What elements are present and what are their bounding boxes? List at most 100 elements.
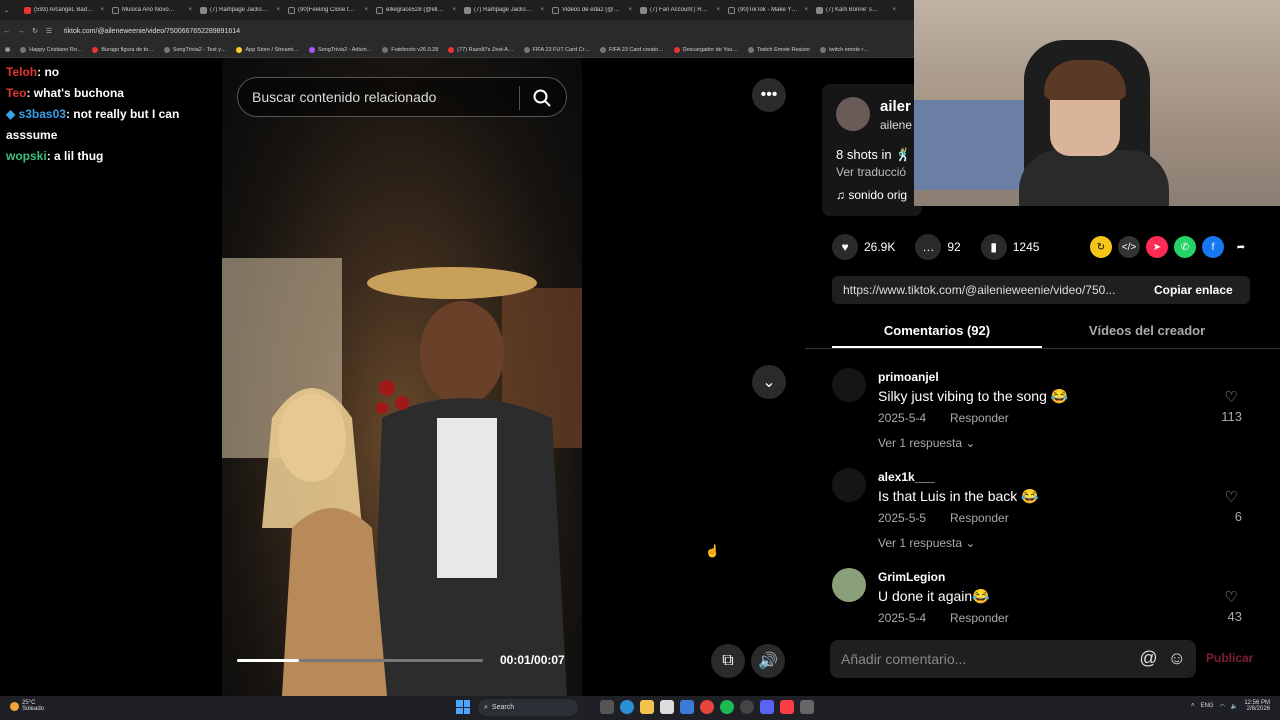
bookmark-item[interactable]: FIFA 23 Card creato…	[595, 46, 669, 53]
bookmark-item[interactable]: Descargador de You…	[669, 46, 743, 53]
lang-indicator[interactable]: ENG	[1201, 703, 1214, 709]
bookmark-item[interactable]: Futeboots v26.0.28	[377, 46, 443, 53]
chrome-icon[interactable]	[700, 700, 714, 714]
floating-player-button[interactable]: ⧉	[711, 644, 745, 678]
comment-username[interactable]: primoanjel	[878, 370, 939, 384]
close-icon[interactable]: ×	[804, 7, 808, 13]
volume-button[interactable]: 🔊	[751, 644, 785, 678]
video-link-url[interactable]: https://www.tiktok.com/@ailenieweenie/vi…	[832, 283, 1142, 297]
comment-username[interactable]: alex1k___	[878, 470, 935, 484]
reply-button[interactable]: Responder	[950, 611, 1009, 624]
comment-username[interactable]: GrimLegion	[878, 570, 945, 584]
embed-icon[interactable]: </>	[1118, 236, 1140, 258]
obs-icon[interactable]	[740, 700, 754, 714]
close-icon[interactable]: ×	[716, 7, 720, 13]
reload-icon[interactable]: ↻	[28, 27, 42, 35]
more-options-button[interactable]: •••	[752, 78, 786, 112]
mail-icon[interactable]	[680, 700, 694, 714]
video-progress-bar[interactable]	[237, 659, 483, 662]
comment-input[interactable]: Añadir comentario... @ ☺	[830, 640, 1196, 678]
browser-tab[interactable]: elliegrace528 (@ell… ×	[372, 6, 460, 14]
search-icon[interactable]	[532, 88, 552, 111]
spotify-icon[interactable]	[720, 700, 734, 714]
comment-avatar[interactable]	[832, 468, 866, 502]
share-arrow-icon[interactable]: ➦	[1230, 236, 1252, 258]
comment-button[interactable]: … 92	[915, 234, 961, 260]
save-button[interactable]: ▮ 1245	[980, 234, 1039, 260]
bookmark-item[interactable]: FIFA 23 FUT Card Cr…	[519, 46, 595, 53]
browser-tab[interactable]: (7) Rampage Jacks… ×	[460, 6, 548, 14]
author-name[interactable]: ailer	[880, 98, 911, 115]
forward-icon[interactable]: →	[14, 28, 28, 35]
wifi-icon[interactable]: ◠	[1220, 703, 1225, 710]
music-icon[interactable]	[780, 700, 794, 714]
publish-button[interactable]: Publicar	[1206, 651, 1253, 665]
bookmark-item[interactable]: App Store / Streami…	[231, 46, 304, 53]
taskbar-search[interactable]: ⌕ Search	[478, 699, 578, 716]
close-icon[interactable]: ×	[100, 7, 104, 13]
bookmark-item[interactable]: Twitch Emote Resizer	[743, 46, 815, 53]
store-icon[interactable]	[660, 700, 674, 714]
browser-tab[interactable]: Videos de eda2 (@… ×	[548, 6, 636, 14]
copy-link-button[interactable]: Copiar enlace	[1154, 283, 1233, 297]
comment-avatar[interactable]	[832, 568, 866, 602]
close-icon[interactable]: ×	[188, 7, 192, 13]
bookmark-item[interactable]: twitch emote r…	[815, 46, 874, 53]
whatsapp-icon[interactable]: ✆	[1174, 236, 1196, 258]
browser-tab[interactable]: (90)TikTok - Make Y… ×	[724, 6, 812, 14]
reply-button[interactable]: Responder	[950, 511, 1009, 525]
browser-tab[interactable]: ⌄	[0, 7, 20, 14]
reply-button[interactable]: Responder	[950, 411, 1009, 425]
heart-icon[interactable]: ♡	[1225, 388, 1238, 406]
bookmark-item[interactable]: SongTrivia2 - Adivin…	[304, 46, 377, 53]
close-icon[interactable]: ×	[892, 7, 896, 13]
close-icon[interactable]: ×	[452, 7, 456, 13]
speaker-icon[interactable]: 🔈	[1231, 703, 1238, 710]
browser-tab[interactable]: (7) Karli Bonne' s… ×	[812, 6, 900, 14]
close-icon[interactable]: ×	[364, 7, 368, 13]
back-icon[interactable]: ←	[0, 28, 14, 35]
tab-comments[interactable]: Comentarios (92)	[832, 318, 1042, 348]
url-field[interactable]: tiktok.com/@aileneweenie/video/750066765…	[64, 28, 240, 35]
task-view-icon[interactable]	[600, 700, 614, 714]
app-icon[interactable]	[800, 700, 814, 714]
bookmark-item[interactable]: (77) Razo87s Zest-A…	[443, 46, 518, 53]
close-icon[interactable]: ×	[540, 7, 544, 13]
next-video-button[interactable]: ⌄	[752, 365, 786, 399]
bookmark-item[interactable]: Burago figura de to…	[87, 46, 158, 53]
mention-icon[interactable]: @	[1139, 648, 1157, 669]
browser-tab[interactable]: (7) Rampage Jacks… ×	[196, 6, 284, 14]
close-icon[interactable]: ×	[628, 7, 632, 13]
tab-creator-videos[interactable]: Vídeos del creador	[1042, 318, 1252, 348]
sound-link[interactable]: ♫ sonido orig	[836, 188, 907, 202]
discord-icon[interactable]	[760, 700, 774, 714]
apps-grid-icon[interactable]: ▦	[0, 47, 15, 53]
like-button[interactable]: ♥ 26.9K	[832, 234, 895, 260]
translate-link[interactable]: Ver traducció	[836, 165, 906, 179]
view-replies-button[interactable]: Ver 1 respuesta ⌄	[878, 536, 975, 550]
repost-icon[interactable]: ↻	[1090, 236, 1112, 258]
view-replies-button[interactable]: Ver 1 respuesta ⌄	[878, 436, 975, 450]
facebook-icon[interactable]: f	[1202, 236, 1224, 258]
weather-widget[interactable]: 25°C Soleado	[10, 700, 44, 712]
emoji-icon[interactable]: ☺	[1168, 648, 1186, 669]
browser-tab[interactable]: Musica Ano Novo… ×	[108, 6, 196, 14]
site-info-icon[interactable]: ☰	[42, 27, 56, 35]
send-icon[interactable]: ➤	[1146, 236, 1168, 258]
author-handle[interactable]: ailene	[880, 118, 912, 132]
browser-tab[interactable]: (90)Feeling Close t… ×	[284, 6, 372, 14]
video-player[interactable]	[222, 58, 582, 696]
bookmark-item[interactable]: Happy Cristiano Ro…	[15, 46, 87, 53]
author-avatar[interactable]	[836, 97, 870, 131]
browser-tab[interactable]: (7) Fan Account | R… ×	[636, 6, 724, 14]
file-explorer-icon[interactable]	[640, 700, 654, 714]
close-icon[interactable]: ×	[276, 7, 280, 13]
bookmark-item[interactable]: SongTrivia2 - Test y…	[159, 46, 232, 53]
chevron-up-icon[interactable]: ˄	[1191, 703, 1195, 709]
related-search-input[interactable]: Buscar contenido relacionado	[237, 77, 567, 117]
browser-tab[interactable]: (593) Arcangel, Bad… ×	[20, 6, 108, 14]
edge-icon[interactable]	[620, 700, 634, 714]
heart-icon[interactable]: ♡	[1225, 488, 1238, 506]
comment-avatar[interactable]	[832, 368, 866, 402]
heart-icon[interactable]: ♡	[1225, 588, 1238, 606]
